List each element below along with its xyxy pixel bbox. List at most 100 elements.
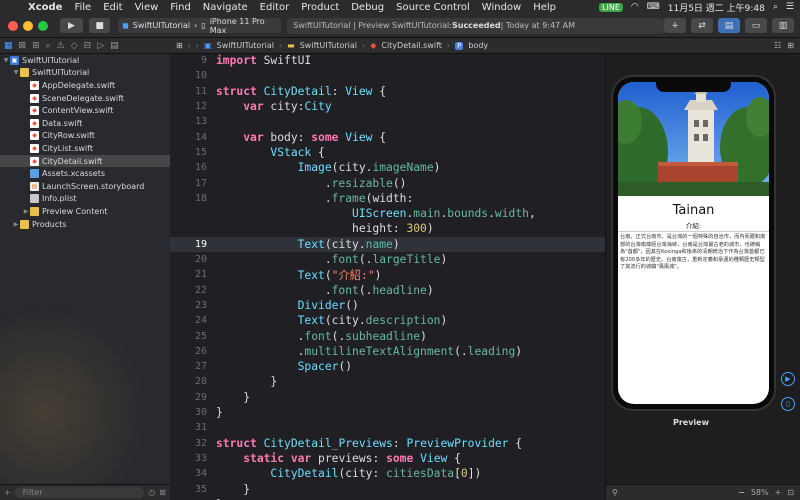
menu-editor[interactable]: Editor bbox=[254, 2, 296, 13]
input-method-icon[interactable]: ⌨ bbox=[647, 2, 660, 12]
menu-help[interactable]: Help bbox=[527, 2, 562, 13]
navigator-row[interactable]: ◆ SceneDelegate.swift bbox=[0, 92, 170, 105]
toggle-navigator-button[interactable]: ▤ bbox=[718, 18, 740, 33]
line-number[interactable]: 15 bbox=[170, 147, 207, 158]
navigator-row[interactable]: ▤ LaunchScreen.storyboard bbox=[0, 180, 170, 193]
clock[interactable]: 11月5日 週二 上午9:48 bbox=[668, 1, 765, 14]
line-number[interactable]: 29 bbox=[170, 392, 207, 403]
scm-filter-icon[interactable]: ⊠ bbox=[159, 488, 166, 497]
menu-window[interactable]: Window bbox=[476, 2, 527, 13]
code-line[interactable]: 15 VStack { bbox=[170, 145, 605, 160]
issue-icon[interactable]: ⚠ bbox=[57, 41, 65, 51]
code-line[interactable]: UIScreen.main.bounds.width, bbox=[170, 206, 605, 221]
code-line[interactable]: 26 .multilineTextAlignment(.leading) bbox=[170, 344, 605, 359]
disclosure-triangle-icon[interactable]: ▶ bbox=[22, 208, 30, 215]
code-line[interactable]: 23 Divider() bbox=[170, 298, 605, 313]
library-button[interactable]: + bbox=[664, 18, 686, 33]
line-number[interactable]: 35 bbox=[170, 484, 207, 495]
adjust-editor-icon[interactable]: ☷ bbox=[774, 41, 781, 50]
code-line[interactable]: 14 var body: some View { bbox=[170, 130, 605, 145]
test-icon[interactable]: ◇ bbox=[71, 41, 78, 51]
fit-icon[interactable]: ⊡ bbox=[787, 488, 794, 497]
run-button[interactable]: ▶ bbox=[60, 18, 84, 33]
navigator-row[interactable]: ◆ CityDetail.swift bbox=[0, 154, 170, 168]
menu-file[interactable]: File bbox=[68, 2, 97, 13]
minimize-window-button[interactable] bbox=[23, 20, 33, 31]
line-number[interactable]: 22 bbox=[170, 285, 207, 296]
code-line[interactable]: 30} bbox=[170, 405, 605, 420]
line-number[interactable]: 17 bbox=[170, 178, 207, 189]
code-line[interactable]: 33 static var previews: some View { bbox=[170, 451, 605, 466]
navigator-row[interactable]: ▶ Products bbox=[0, 218, 170, 231]
code-line[interactable]: 10 bbox=[170, 68, 605, 83]
menu-debug[interactable]: Debug bbox=[345, 2, 390, 13]
line-number[interactable]: 24 bbox=[170, 315, 207, 326]
line-number[interactable]: 16 bbox=[170, 162, 207, 173]
add-editor-icon[interactable]: ⊞ bbox=[787, 41, 794, 50]
navigator-row[interactable]: ▶ Preview Content bbox=[0, 205, 170, 218]
zoom-in-icon[interactable]: + bbox=[775, 488, 782, 497]
code-line[interactable]: 29 } bbox=[170, 390, 605, 405]
navigator-row[interactable]: ◆ Data.swift bbox=[0, 117, 170, 130]
disclosure-triangle-icon[interactable]: ▼ bbox=[2, 57, 10, 64]
zoom-window-button[interactable] bbox=[38, 20, 48, 31]
close-window-button[interactable] bbox=[8, 20, 18, 31]
line-number[interactable]: 30 bbox=[170, 407, 207, 418]
line-number[interactable]: 13 bbox=[170, 116, 207, 127]
symbol-icon[interactable]: ⊞ bbox=[32, 41, 40, 51]
line-number[interactable]: 34 bbox=[170, 468, 207, 479]
folder-icon[interactable]: ▦ bbox=[4, 41, 13, 51]
line-number[interactable]: 31 bbox=[170, 422, 207, 433]
navigator-row[interactable]: Assets.xcassets bbox=[0, 167, 170, 180]
code-line[interactable]: 34 CityDetail(city: citiesData[0]) bbox=[170, 466, 605, 481]
navigator-row[interactable]: Info.plist bbox=[0, 193, 170, 206]
code-line[interactable]: 18 .frame(width: bbox=[170, 191, 605, 206]
navigator-row[interactable]: ▼ SwiftUITutorial bbox=[0, 67, 170, 80]
line-number[interactable]: 18 bbox=[170, 193, 207, 204]
code-line[interactable]: 32 struct CityDetail_Previews: PreviewPro… bbox=[170, 436, 605, 451]
menu-navigate[interactable]: Navigate bbox=[197, 2, 254, 13]
code-line[interactable]: 13 bbox=[170, 114, 605, 129]
navigator-row[interactable]: ▼ ▣ SwiftUITutorial bbox=[0, 54, 170, 67]
filter-input[interactable]: Filter bbox=[14, 487, 145, 498]
code-line[interactable]: 24 Text(city.description) bbox=[170, 313, 605, 328]
back-icon[interactable]: ‹ bbox=[188, 41, 191, 50]
navigator-row[interactable]: ◆ AppDelegate.swift bbox=[0, 79, 170, 92]
scheme-selector[interactable]: ◼ SwiftUITutorial › ▯ iPhone 11 Pro Max bbox=[118, 17, 282, 35]
line-number[interactable]: 25 bbox=[170, 331, 207, 342]
line-number[interactable]: 9 bbox=[170, 55, 207, 66]
line-number[interactable]: 20 bbox=[170, 254, 207, 265]
line-number[interactable]: 14 bbox=[170, 132, 207, 143]
forward-icon[interactable]: › bbox=[196, 41, 199, 50]
breakpoint-icon[interactable]: ▷ bbox=[97, 41, 104, 51]
toggle-inspector-button[interactable]: ▥ bbox=[772, 18, 794, 33]
device-preview[interactable]: Tainan 介紹: 台南，正式台南市，是台灣的一個特殊的自治市，而內而跟和南部… bbox=[611, 75, 776, 411]
toggle-debug-button[interactable]: ▭ bbox=[745, 18, 767, 33]
jump-item-symbol[interactable]: body bbox=[468, 41, 488, 50]
related-items-icon[interactable]: ⊞ bbox=[176, 41, 183, 50]
menu-list-icon[interactable]: ☰ bbox=[786, 2, 794, 12]
line-number[interactable]: 33 bbox=[170, 453, 207, 464]
code-line[interactable]: 9 import SwiftUI bbox=[170, 54, 605, 68]
find-icon[interactable]: ⌕ bbox=[46, 41, 51, 51]
code-line[interactable]: 21 Text("介紹:") bbox=[170, 267, 605, 282]
navigator-row[interactable]: ◆ CityRow.swift bbox=[0, 130, 170, 143]
menu-source-control[interactable]: Source Control bbox=[390, 2, 476, 13]
code-line[interactable]: 31 bbox=[170, 420, 605, 435]
code-line[interactable]: height: 300) bbox=[170, 221, 605, 236]
navigator-row[interactable]: ◆ ContentView.swift bbox=[0, 104, 170, 117]
zoom-level[interactable]: 58% bbox=[751, 488, 769, 497]
code-line[interactable]: 20 .font(.largeTitle) bbox=[170, 252, 605, 267]
zoom-out-icon[interactable]: − bbox=[738, 488, 745, 497]
code-line[interactable]: 11 struct CityDetail: View { bbox=[170, 84, 605, 99]
line-number[interactable]: 10 bbox=[170, 70, 207, 81]
wifi-icon[interactable]: ◠ bbox=[631, 2, 639, 12]
menu-find[interactable]: Find bbox=[164, 2, 197, 13]
menu-product[interactable]: Product bbox=[295, 2, 345, 13]
jump-item-group[interactable]: SwiftUITutorial bbox=[300, 41, 357, 50]
line-number[interactable]: 21 bbox=[170, 269, 207, 280]
pin-icon[interactable]: ⚲ bbox=[612, 488, 618, 497]
line-number[interactable]: 19 bbox=[170, 239, 207, 250]
recent-files-icon[interactable]: ◷ bbox=[148, 488, 155, 497]
line-number[interactable]: 32 bbox=[170, 438, 207, 449]
